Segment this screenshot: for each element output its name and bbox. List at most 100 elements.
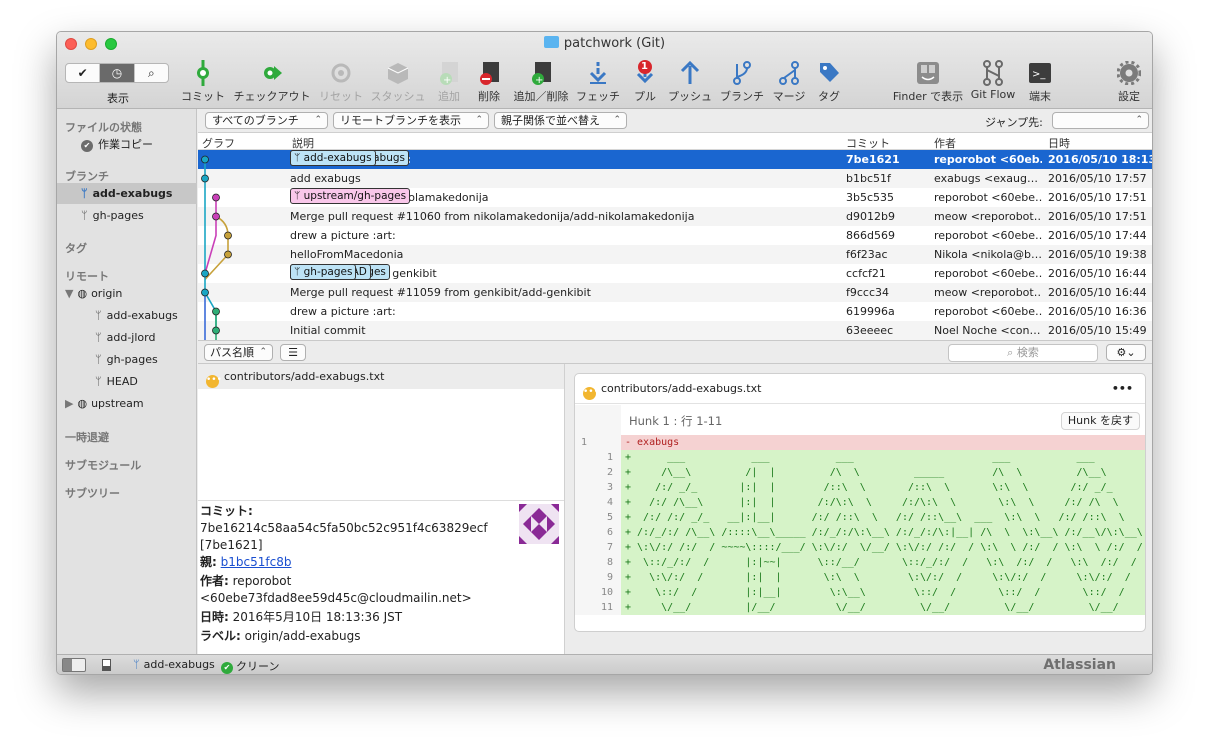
sidebar-remote-origin[interactable]: ▼ ◍ origin bbox=[65, 287, 122, 300]
sidebar-origin-branch[interactable]: ᛘ add-exabugs bbox=[95, 309, 178, 322]
remote-branch-filter-select[interactable]: リモートブランチを表示 bbox=[333, 112, 489, 129]
avatar bbox=[519, 504, 559, 544]
commit-row[interactable]: Merge pull request #11059 from genkibit/… bbox=[198, 283, 1152, 302]
diff-added-line[interactable]: 10 + \::/ / |:|__| \:\__\ \::/ / \::/ / \… bbox=[575, 585, 1145, 600]
column-commit[interactable]: コミット bbox=[846, 135, 890, 151]
commit-row[interactable]: ᛘ origin/add-exabugsᛘ add-exabugsdrew a … bbox=[198, 150, 1152, 169]
jump-to-select[interactable] bbox=[1052, 112, 1149, 129]
commit-hash: 3b5c535 bbox=[846, 191, 895, 204]
changed-file-item[interactable]: ••• contributors/add-exabugs.txt bbox=[198, 364, 564, 389]
ref-label[interactable]: ᛘ gh-pages bbox=[290, 264, 357, 280]
sidebar-toggle-icon[interactable] bbox=[62, 658, 86, 672]
sidebar-origin-branch[interactable]: ᛘ gh-pages bbox=[95, 353, 158, 366]
commit-row[interactable]: add exabugs b1bc51f exabugs <exaug… 2016/05… bbox=[198, 169, 1152, 188]
diff-pane: ••• contributors/add-exabugs.txt ••• Hunk … bbox=[565, 364, 1152, 654]
view-mode-segmented-control[interactable]: ✔ ◷ ⌕ bbox=[65, 63, 169, 83]
branch-filter-select[interactable]: すべてのブランチ bbox=[205, 112, 328, 129]
commit-list: ᛘ origin/add-exabugsᛘ add-exabugsdrew a … bbox=[198, 150, 1152, 340]
submodules-header[interactable]: サブモジュール bbox=[65, 457, 141, 473]
commit-hash: 619996a bbox=[846, 305, 895, 318]
commit-message: Merge pull request #11060 from nikolamak… bbox=[290, 210, 695, 223]
graph-commit-node[interactable] bbox=[201, 269, 209, 278]
commit-row[interactable]: Initial commit 63eeeec Noel Noche <con… 201… bbox=[198, 321, 1152, 340]
diff-added-line[interactable]: 4 + /:/ /\__\ |:| | /:/\:\ \ /:/\:\ \ \:\… bbox=[575, 495, 1145, 510]
tag-button[interactable]: タグ bbox=[789, 58, 869, 104]
graph-commit-node[interactable] bbox=[212, 307, 220, 316]
tags-header[interactable]: タグ bbox=[65, 240, 87, 256]
ref-label[interactable]: ᛘ add-exabugs bbox=[290, 150, 376, 166]
commit-description: Merge pull request #11059 from genkibit/… bbox=[290, 283, 840, 302]
column-author[interactable]: 作者 bbox=[934, 135, 956, 151]
commit-row[interactable]: drew a picture :art: 619996a reporobot <60… bbox=[198, 302, 1152, 321]
graph-commit-node[interactable] bbox=[224, 250, 232, 259]
commit-description: helloFromMacedonia bbox=[290, 245, 840, 264]
ref-label[interactable]: ᛘ upstream/gh-pages bbox=[290, 188, 411, 204]
commit-date: 2016/05/10 16:36 bbox=[1048, 305, 1147, 318]
file-sort-select[interactable]: パス名順 bbox=[204, 344, 273, 361]
commit-author: reporobot <60ebe… bbox=[934, 267, 1042, 280]
commit-description: Merge pull request #11060 from nikolamak… bbox=[290, 207, 840, 226]
branch-icon: ᛘ bbox=[95, 353, 102, 366]
diff-removed-line[interactable]: 1 - exabugs bbox=[575, 435, 1145, 450]
commit-row[interactable]: ᛘ origin/gh-pagesᛘ origin/HEADᛘ gh-pages… bbox=[198, 264, 1152, 283]
new-line-number: 8 bbox=[606, 557, 613, 568]
graph-commit-node[interactable] bbox=[201, 155, 209, 164]
sidebar-origin-branch[interactable]: ᛘ add-jlord bbox=[95, 331, 155, 344]
graph-commit-node[interactable] bbox=[212, 212, 220, 221]
sort-order-select[interactable]: 親子関係で並べ替え bbox=[494, 112, 627, 129]
more-options-icon[interactable]: ••• bbox=[1112, 374, 1133, 404]
commit-date: 2016/05/10 17:44 bbox=[1048, 229, 1147, 242]
commit-button[interactable]: コミット bbox=[163, 58, 243, 104]
column-description[interactable]: 説明 bbox=[292, 135, 314, 151]
diff-added-line[interactable]: 1 + ___ ___ ___ ___ ___ bbox=[575, 450, 1145, 465]
sidebar-origin-branch[interactable]: ᛘ HEAD bbox=[95, 375, 138, 388]
graph-commit-node[interactable] bbox=[212, 193, 220, 202]
branch-icon: ᛘ bbox=[95, 331, 102, 344]
sidebar-branch-add-exabugs[interactable]: ᛘ add-exabugs bbox=[81, 187, 172, 200]
commit-row[interactable]: drew a picture :art: 866d569 reporobot <60… bbox=[198, 226, 1152, 245]
graph-line bbox=[204, 273, 217, 331]
graph-commit-node[interactable] bbox=[224, 231, 232, 240]
revert-hunk-button[interactable]: Hunk を戻す bbox=[1060, 412, 1140, 430]
file-status-view-icon[interactable]: ✔ bbox=[66, 64, 101, 82]
commit-description: ᛘ upstream/gh-pagesRebuilt index with ni… bbox=[290, 188, 840, 207]
diff-added-line[interactable]: 5 + /:/ /:/ _/_ __|:|__| /:/ /::\ \ /:/ /… bbox=[575, 510, 1145, 525]
diff-added-line[interactable]: 6 + /:/_/:/ /\__\ /::::\__\_____ /:/_/:/\… bbox=[575, 525, 1145, 540]
commit-icon bbox=[197, 60, 209, 86]
history-view-icon[interactable]: ◷ bbox=[100, 64, 135, 82]
parent-commit-link[interactable]: b1bc51fc8b bbox=[221, 555, 292, 569]
sidebar-remote-upstream[interactable]: ▶ ◍ upstream bbox=[65, 397, 144, 410]
graph-commit-node[interactable] bbox=[201, 288, 209, 297]
commit-hash: f9ccc34 bbox=[846, 286, 890, 299]
sidebar-branch-gh-pages[interactable]: ᛘ gh-pages bbox=[81, 209, 144, 222]
diff-added-line[interactable]: 7 + \:\/:/ /:/ / ~~~~\::::/___/ \:\/:/ \/… bbox=[575, 540, 1145, 555]
app-window: patchwork (Git) ✔ ◷ ⌕ 表示 コミット チェックアウト リセ… bbox=[56, 31, 1153, 675]
commit-row[interactable]: Merge pull request #11060 from nikolamak… bbox=[198, 207, 1152, 226]
commit-row[interactable]: ᛘ upstream/gh-pagesRebuilt index with ni… bbox=[198, 188, 1152, 207]
column-graph[interactable]: グラフ bbox=[202, 135, 235, 151]
sidebar-item-working-copy[interactable]: ✔ 作業コピー bbox=[81, 136, 153, 152]
file-options-gear-icon[interactable]: ⚙⌄ bbox=[1106, 344, 1146, 361]
diff-file-header: ••• contributors/add-exabugs.txt ••• bbox=[575, 374, 1145, 404]
new-line-number: 7 bbox=[606, 542, 613, 553]
stashes-header[interactable]: 一時退避 bbox=[65, 429, 109, 445]
diff-added-line[interactable]: 11 + \/__/ |/__/ \/__/ \/__/ \/__/ \/__/ bbox=[575, 600, 1145, 615]
column-date[interactable]: 日時 bbox=[1048, 135, 1070, 151]
commit-date: 2016/05/10 16:44 bbox=[1048, 286, 1147, 299]
checkout-button[interactable]: チェックアウト bbox=[232, 58, 312, 104]
subtrees-header[interactable]: サブツリー bbox=[65, 485, 120, 501]
list-view-toggle-icon[interactable]: ☰ bbox=[280, 344, 306, 361]
graph-commit-node[interactable] bbox=[201, 174, 209, 183]
diff-added-line[interactable]: 2 + /\__\ /| | /\ \ _____ /\ \ /\__\ bbox=[575, 465, 1145, 480]
file-search-input[interactable]: ⌕ 検索 bbox=[948, 344, 1098, 362]
hunk-gutter bbox=[575, 405, 621, 435]
diff-added-line[interactable]: 9 + \:\/:/ / |:| | \:\ \ \:\/:/ / \:\/:/ … bbox=[575, 570, 1145, 585]
diff-added-line[interactable]: 8 + \::/_/:/ / |:|~~| \::/__/ \::/_/:/ / … bbox=[575, 555, 1145, 570]
commit-labels: origin/add-exabugs bbox=[244, 629, 361, 643]
graph-commit-node[interactable] bbox=[212, 326, 220, 335]
panel-toggle-icon[interactable] bbox=[102, 659, 111, 671]
diff-added-line[interactable]: 3 + /:/ _/_ |:| | /::\ \ /::\ \ \:\ \ /:/… bbox=[575, 480, 1145, 495]
settings-button[interactable]: 設定 bbox=[1089, 58, 1152, 104]
terminal-button[interactable]: >_ 端末 bbox=[1000, 58, 1080, 104]
commit-row[interactable]: helloFromMacedonia f6f23ac Nikola <nikola@… bbox=[198, 245, 1152, 264]
